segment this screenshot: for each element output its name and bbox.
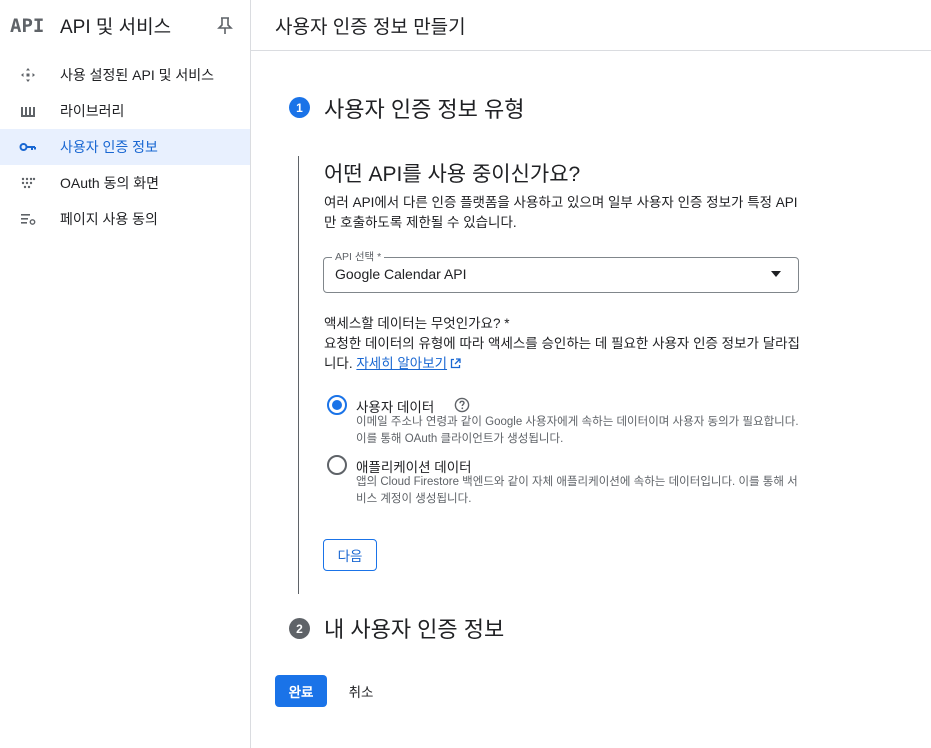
next-button[interactable]: 다음 [323, 539, 377, 571]
dropdown-arrow-icon[interactable] [771, 271, 781, 277]
step-2-badge: 2 [289, 618, 310, 639]
sidebar-item-label: 페이지 사용 동의 [60, 211, 158, 227]
external-link-icon [450, 358, 461, 369]
sidebar-nav: 사용 설정된 API 및 서비스 라이브러리 사용자 인증 정보 OAuth 동… [0, 57, 250, 237]
key-icon [18, 137, 38, 157]
pin-icon[interactable] [216, 16, 234, 36]
page-title: 사용자 인증 정보 만들기 [275, 16, 466, 38]
learn-more-label: 자세히 알아보기 [356, 356, 448, 371]
step-connector-line [298, 156, 299, 594]
sidebar-item-library[interactable]: 라이브러리 [0, 93, 250, 129]
sidebar-item-label: OAuth 동의 화면 [60, 175, 159, 191]
api-select-label: API 선택 * [332, 249, 385, 264]
help-icon[interactable] [454, 397, 470, 413]
sidebar: API API 및 서비스 사용 설정된 API 및 서비스 라이브러리 사용자… [0, 0, 251, 748]
user-data-option-description: 이메일 주소나 연령과 같이 Google 사용자에게 속하는 데이터이며 사용… [356, 416, 799, 445]
application-data-option-description: 앱의 Cloud Firestore 백엔드와 같이 자체 애플리케이션에 속하… [356, 476, 798, 505]
page-header: 사용자 인증 정보 만들기 [251, 0, 931, 51]
sidebar-item-label: 사용자 인증 정보 [60, 139, 158, 155]
cancel-button[interactable]: 취소 [338, 675, 384, 707]
api-select-value: Google Calendar API [335, 266, 467, 282]
sidebar-item-label: 라이브러리 [60, 103, 125, 119]
user-data-option-label: 사용자 데이터 [356, 400, 435, 415]
done-button[interactable]: 완료 [275, 675, 327, 707]
application-data-radio[interactable] [327, 455, 347, 475]
step-1-title: 사용자 인증 정보 유형 [324, 97, 525, 122]
settings-list-icon [18, 209, 38, 229]
learn-more-link[interactable]: 자세히 알아보기 [356, 356, 447, 371]
oauth-dots-icon [18, 173, 38, 193]
step-2-title: 내 사용자 인증 정보 [324, 617, 505, 642]
sidebar-item-enabled-apis[interactable]: 사용 설정된 API 및 서비스 [0, 57, 250, 93]
sidebar-item-oauth-consent[interactable]: OAuth 동의 화면 [0, 165, 250, 201]
sidebar-item-page-usage-agreement[interactable]: 페이지 사용 동의 [0, 201, 250, 237]
enabled-apis-icon [18, 65, 38, 85]
access-data-description: 요청한 데이터의 유형에 따라 액세스를 승인하는 데 필요한 사용자 인증 정… [324, 334, 804, 374]
library-icon [18, 101, 38, 121]
access-data-question: 액세스할 데이터는 무엇인가요? * [324, 316, 510, 331]
sidebar-item-label: 사용 설정된 API 및 서비스 [60, 67, 215, 83]
api-logo: API [10, 14, 45, 37]
sidebar-title: API 및 서비스 [60, 17, 172, 38]
api-question-heading: 어떤 API를 사용 중이신가요? [324, 163, 581, 186]
api-question-description: 여러 API에서 다른 인증 플랫폼을 사용하고 있으며 일부 사용자 인증 정… [324, 195, 798, 230]
sidebar-item-credentials[interactable]: 사용자 인증 정보 [0, 129, 250, 165]
step-1-badge: 1 [289, 97, 310, 118]
application-data-option-label: 애플리케이션 데이터 [356, 460, 472, 475]
sidebar-header: API API 및 서비스 [0, 0, 250, 51]
user-data-radio[interactable] [327, 395, 347, 415]
